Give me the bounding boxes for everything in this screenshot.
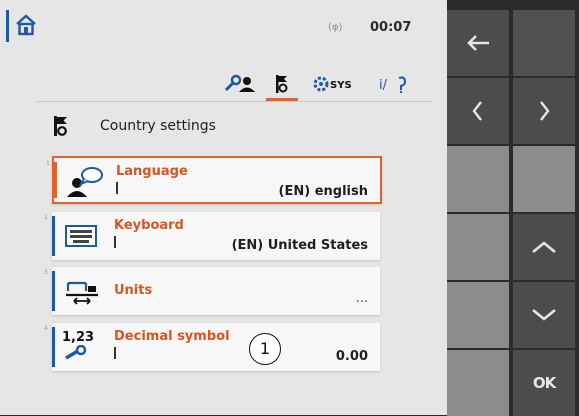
main-screen: (φ) 00:07 SYS i/ Country settings 1 Lang… bbox=[0, 0, 447, 415]
icon-number: 1,23 bbox=[62, 330, 95, 345]
page-right-button[interactable] bbox=[513, 78, 575, 144]
svg-text:i/: i/ bbox=[379, 78, 388, 93]
country-settings-icon bbox=[54, 116, 67, 136]
language-icon bbox=[67, 167, 103, 197]
tab-user-settings[interactable] bbox=[220, 70, 260, 98]
softkey-empty-3[interactable] bbox=[513, 146, 575, 212]
item-value: (EN) english bbox=[278, 184, 368, 199]
keyboard-icon bbox=[65, 225, 97, 247]
page-left-button[interactable] bbox=[447, 78, 509, 144]
wrench-icon bbox=[65, 344, 87, 360]
decimal-symbol-item[interactable]: 4 1,23 Decimal symbol 0.00 bbox=[44, 323, 380, 371]
language-item[interactable]: 1 Language (EN) english bbox=[46, 156, 382, 204]
tab-system-settings[interactable]: SYS bbox=[310, 70, 366, 98]
country-settings-icon bbox=[276, 75, 288, 93]
scroll-up-icon bbox=[532, 241, 556, 254]
info-diagnosis-icon: i/ bbox=[379, 76, 407, 94]
clock: 00:07 bbox=[370, 20, 412, 35]
item-index: 4 bbox=[44, 325, 48, 332]
units-item[interactable]: 3 Units ... bbox=[44, 267, 380, 315]
scroll-up-button[interactable] bbox=[513, 214, 575, 280]
home-button[interactable] bbox=[6, 10, 43, 42]
ok-icon: OK bbox=[532, 374, 556, 392]
home-icon bbox=[16, 14, 36, 36]
page-header: Country settings bbox=[52, 112, 216, 140]
softkey-empty-5[interactable] bbox=[447, 282, 509, 348]
keyboard-item[interactable]: 2 Keyboard (EN) United States bbox=[44, 212, 380, 260]
back-arrow-icon bbox=[467, 35, 489, 51]
svg-text:SYS: SYS bbox=[330, 80, 352, 91]
user-settings-icon bbox=[224, 74, 255, 92]
item-value: ... bbox=[355, 291, 368, 306]
text-cursor bbox=[114, 347, 116, 359]
item-index: 2 bbox=[44, 214, 48, 221]
item-label: Keyboard bbox=[114, 218, 184, 233]
item-label: Units bbox=[114, 283, 153, 298]
softkey-empty-6[interactable] bbox=[447, 350, 509, 416]
page-title: Country settings bbox=[100, 118, 216, 134]
decimal-symbol-icon: 1,23 bbox=[62, 331, 102, 363]
item-label: Decimal symbol bbox=[114, 329, 230, 344]
page-left-icon bbox=[472, 101, 482, 121]
tab-country-settings[interactable] bbox=[262, 70, 302, 101]
softkey-empty-1[interactable] bbox=[513, 10, 575, 76]
scroll-down-button[interactable] bbox=[513, 282, 575, 348]
item-index: 3 bbox=[44, 269, 48, 276]
signal-indicator: (φ) bbox=[328, 22, 343, 33]
page-right-icon bbox=[540, 101, 550, 121]
ok-button[interactable]: OK bbox=[513, 350, 575, 416]
units-icon bbox=[66, 281, 98, 305]
item-value: (EN) United States bbox=[231, 238, 368, 253]
callout-marker: 1 bbox=[249, 333, 281, 365]
item-value: 0.00 bbox=[335, 349, 368, 364]
softkey-empty-2[interactable] bbox=[447, 146, 509, 212]
system-settings-icon: SYS bbox=[313, 76, 352, 92]
softkey-empty-4[interactable] bbox=[447, 214, 509, 280]
item-index: 1 bbox=[46, 160, 50, 167]
text-cursor bbox=[114, 236, 116, 248]
scroll-down-icon bbox=[532, 308, 556, 321]
tab-divider bbox=[36, 101, 432, 102]
tab-info-diagnosis[interactable]: i/ bbox=[372, 70, 416, 98]
item-label: Language bbox=[116, 164, 188, 179]
text-cursor bbox=[116, 182, 118, 194]
softkey-panel: OK bbox=[447, 0, 579, 416]
back-button[interactable] bbox=[447, 10, 509, 76]
